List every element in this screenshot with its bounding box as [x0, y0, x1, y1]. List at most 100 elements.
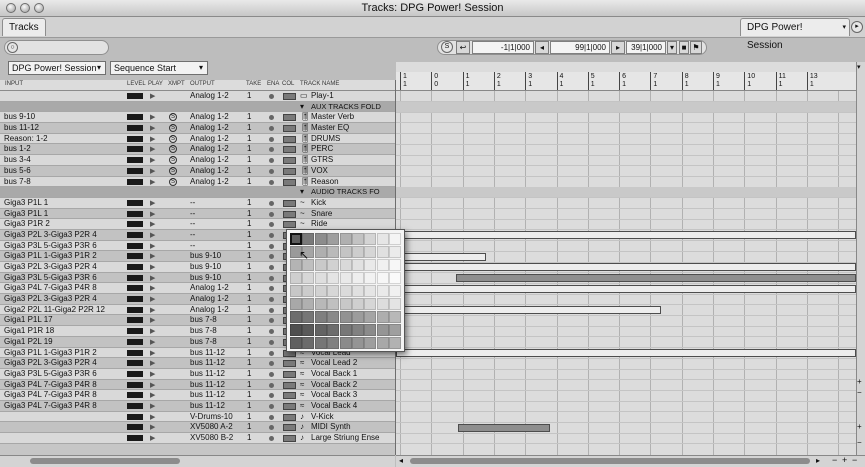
- track-row[interactable]: bus 5-6 ▶ S Analog 1-2 1 🎚 VOX: [0, 165, 395, 177]
- time-ruler[interactable]: 1 1 0 0 1 1 2 1 3 1 4 1 5 1 6 1 7 1 8 1 9 1 10 1 11 1 13 1: [396, 72, 856, 91]
- enable-dot-icon[interactable]: [269, 425, 274, 431]
- track-input[interactable]: Giga3 P1L 1: [4, 209, 122, 219]
- color-swatch[interactable]: [352, 311, 364, 323]
- session-popup[interactable]: DPG Power! Session ▾: [8, 61, 106, 75]
- track-output[interactable]: Analog 1-2: [190, 123, 244, 133]
- color-swatch[interactable]: [314, 337, 327, 349]
- color-swatch[interactable]: [339, 246, 352, 258]
- color-swatch[interactable]: [389, 272, 402, 284]
- timeline-row[interactable]: [396, 294, 856, 306]
- color-swatch[interactable]: [352, 233, 364, 245]
- track-color-swatch[interactable]: [283, 435, 296, 442]
- track-take[interactable]: 1: [247, 326, 259, 336]
- color-swatch[interactable]: [389, 311, 402, 323]
- track-row[interactable]: bus 7-8 ▶ S Analog 1-2 1 🎚 Reason: [0, 176, 395, 188]
- track-input[interactable]: bus 11-12: [4, 123, 122, 133]
- color-swatch[interactable]: [327, 259, 340, 271]
- column-header-play[interactable]: PLAY: [148, 81, 163, 87]
- play-enable-icon[interactable]: ▶: [150, 284, 155, 292]
- enable-dot-icon[interactable]: [269, 232, 274, 238]
- play-enable-icon[interactable]: ▶: [150, 316, 155, 324]
- counter-start-field[interactable]: -1|1|000: [472, 41, 534, 54]
- color-swatch[interactable]: [352, 337, 364, 349]
- track-input[interactable]: Giga1 P1L 17: [4, 315, 122, 325]
- play-enable-icon[interactable]: ▶: [150, 156, 155, 164]
- color-swatch[interactable]: [339, 272, 352, 284]
- color-swatch[interactable]: [376, 311, 389, 323]
- track-name[interactable]: DRUMS: [311, 134, 395, 144]
- color-swatch[interactable]: [327, 311, 340, 323]
- color-swatch[interactable]: [290, 272, 302, 284]
- track-color-swatch[interactable]: [283, 157, 296, 165]
- color-swatch[interactable]: [389, 233, 402, 245]
- color-swatch[interactable]: [376, 298, 389, 310]
- timeline-row[interactable]: [396, 391, 856, 402]
- enable-dot-icon[interactable]: [269, 115, 274, 121]
- track-name[interactable]: V-Kick: [311, 412, 395, 422]
- color-swatch[interactable]: [314, 259, 327, 271]
- track-row[interactable]: Giga3 P1L 1 ▶ -- 1 ~ Snare: [0, 208, 395, 220]
- search-field[interactable]: ○: [4, 40, 109, 55]
- track-color-swatch[interactable]: [283, 392, 296, 400]
- color-swatch[interactable]: [327, 233, 340, 245]
- sequence-popup[interactable]: Sequence Start ▾: [110, 61, 208, 75]
- column-header-enable[interactable]: ENA: [267, 81, 279, 87]
- timeline-row[interactable]: [396, 433, 856, 445]
- timeline-row[interactable]: [396, 359, 856, 370]
- track-take[interactable]: 1: [247, 91, 259, 101]
- track-input[interactable]: Giga3 P1L 1-Giga3 P1R 2: [4, 251, 122, 261]
- color-swatch[interactable]: [302, 272, 315, 284]
- track-input[interactable]: Giga3 P1L 1-Giga3 P1R 2: [4, 348, 122, 358]
- play-enable-icon[interactable]: ▶: [150, 434, 155, 442]
- timeline-row[interactable]: [396, 91, 856, 102]
- track-input[interactable]: Giga3 P3L 5-Giga3 P3R 6: [4, 241, 122, 251]
- enable-dot-icon[interactable]: [269, 371, 274, 377]
- column-header-track-name[interactable]: TRACK NAME: [300, 81, 339, 87]
- counter-dropdown-icon[interactable]: ▾: [667, 41, 677, 54]
- track-take[interactable]: 1: [247, 380, 259, 390]
- enable-dot-icon[interactable]: [269, 243, 274, 249]
- track-name[interactable]: GTRS: [311, 155, 395, 165]
- track-input[interactable]: Giga2 P2L 11-Giga2 P2R 12: [4, 305, 122, 315]
- color-swatch[interactable]: [376, 324, 389, 336]
- color-swatch[interactable]: [364, 298, 377, 310]
- column-header-color[interactable]: COL: [282, 81, 294, 87]
- track-take[interactable]: 1: [247, 433, 259, 443]
- play-enable-icon[interactable]: ▶: [150, 306, 155, 314]
- track-take[interactable]: 1: [247, 230, 259, 240]
- timeline-row[interactable]: [396, 145, 856, 156]
- sequence-clip[interactable]: [396, 306, 661, 314]
- timeline-row[interactable]: [396, 219, 856, 231]
- track-name[interactable]: PERC: [311, 144, 395, 154]
- enable-dot-icon[interactable]: [269, 254, 274, 260]
- track-name[interactable]: Reason: [311, 177, 395, 187]
- track-row[interactable]: bus 11-12 ▶ S Analog 1-2 1 🎚 Master EQ: [0, 123, 395, 134]
- track-input[interactable]: Giga3 P3L 5-Giga3 P3R 6: [4, 273, 122, 283]
- xmpt-icon[interactable]: S: [169, 134, 177, 143]
- track-output[interactable]: --: [190, 198, 244, 208]
- play-enable-icon[interactable]: ▶: [150, 381, 155, 389]
- column-header-xmpt[interactable]: XMPT: [168, 81, 185, 87]
- track-name[interactable]: Master EQ: [311, 123, 395, 133]
- track-input[interactable]: Reason: 1-2: [4, 134, 122, 144]
- track-name[interactable]: MIDI Synth: [311, 422, 395, 432]
- enable-dot-icon[interactable]: [269, 414, 274, 420]
- track-row[interactable]: Giga3 P4L 7-Giga3 P4R 8 ▶ bus 11-12 1 ≈ Vocal…: [0, 390, 395, 401]
- track-take[interactable]: 1: [247, 144, 259, 154]
- tab-session[interactable]: DPG Power! Session ▾: [740, 18, 850, 51]
- timeline-row[interactable]: [396, 412, 856, 423]
- track-input[interactable]: Giga3 P2L 3-Giga3 P2R 4: [4, 262, 122, 272]
- track-name[interactable]: Ride: [311, 219, 395, 229]
- color-swatch[interactable]: [389, 337, 402, 349]
- track-color-swatch[interactable]: [283, 167, 296, 175]
- play-enable-icon[interactable]: ▶: [150, 338, 155, 346]
- timeline-row[interactable]: [396, 198, 856, 209]
- track-list-horizontal-scrollbar[interactable]: [0, 455, 395, 467]
- enable-dot-icon[interactable]: [269, 436, 274, 441]
- enable-dot-icon[interactable]: [269, 350, 274, 356]
- column-header-output[interactable]: OUTPUT: [190, 81, 215, 87]
- sequence-clip[interactable]: [396, 231, 856, 240]
- track-take[interactable]: 1: [247, 337, 259, 347]
- column-header-take[interactable]: TAKE: [246, 81, 261, 87]
- track-output[interactable]: --: [190, 209, 244, 219]
